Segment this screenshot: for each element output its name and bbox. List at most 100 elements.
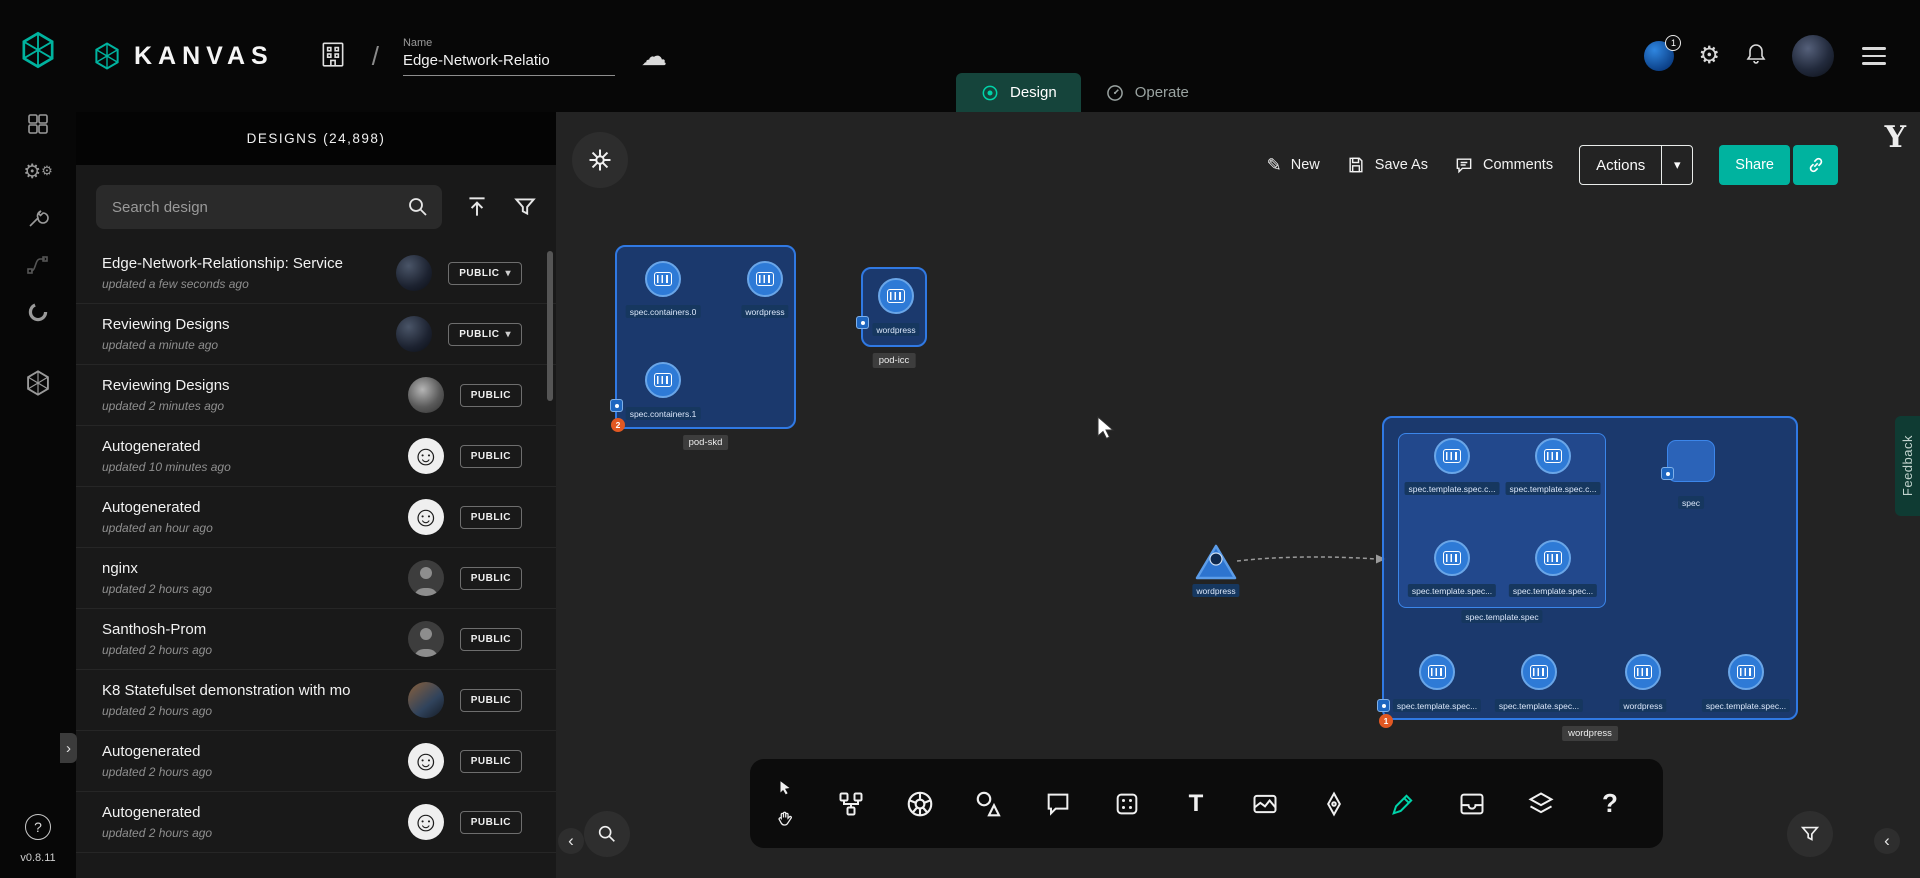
bezier-curve-icon[interactable] xyxy=(23,250,53,280)
visibility-badge[interactable]: PUBLIC xyxy=(460,750,522,773)
user-avatar[interactable] xyxy=(1792,35,1834,77)
new-button[interactable]: ✎ New xyxy=(1267,156,1320,174)
search-input[interactable] xyxy=(96,185,442,229)
container-node[interactable] xyxy=(878,278,914,314)
deployment-node[interactable]: spec.template.spec.c... spec.template.sp… xyxy=(1382,416,1798,720)
sketch-tool-active[interactable] xyxy=(1387,788,1419,820)
dashboard-icon[interactable] xyxy=(23,109,53,139)
flowchart-tool[interactable] xyxy=(835,788,867,820)
design-author-avatar[interactable] xyxy=(408,377,444,413)
comment-tool[interactable] xyxy=(1042,788,1074,820)
settings-gears-icon[interactable]: ⚙⚙ xyxy=(23,156,53,186)
container-node[interactable] xyxy=(747,261,783,297)
copy-link-button[interactable] xyxy=(1793,145,1838,185)
spec-node[interactable] xyxy=(1667,440,1715,482)
pod-node[interactable]: wordpress pod-icc xyxy=(861,267,927,347)
filter-icon[interactable] xyxy=(512,194,538,220)
design-list-item[interactable]: Autogenerated updated an hour ago ☺ PUBL… xyxy=(76,487,556,548)
kubernetes-tool[interactable] xyxy=(904,788,936,820)
design-author-avatar[interactable] xyxy=(408,560,444,596)
visibility-badge[interactable]: PUBLIC xyxy=(460,445,522,468)
save-as-button[interactable]: Save As xyxy=(1346,155,1428,175)
panel-expand-button[interactable]: › xyxy=(60,733,77,763)
visibility-badge[interactable]: PUBLIC xyxy=(460,628,522,651)
kanvas-rail-icon[interactable] xyxy=(23,368,53,398)
import-design-icon[interactable] xyxy=(464,194,490,220)
container-node[interactable] xyxy=(645,362,681,398)
container-node[interactable] xyxy=(1728,654,1764,690)
pen-tool[interactable] xyxy=(1318,788,1350,820)
design-author-avatar[interactable] xyxy=(408,621,444,657)
media-tool[interactable] xyxy=(1249,788,1281,820)
dock-help-button[interactable]: ? xyxy=(1594,788,1626,820)
visibility-badge[interactable]: PUBLIC xyxy=(460,811,522,834)
actions-caret-icon[interactable]: ▾ xyxy=(1662,146,1692,184)
container-node[interactable] xyxy=(1625,654,1661,690)
visibility-badge[interactable]: PUBLIC xyxy=(460,689,522,712)
visibility-badge[interactable]: PUBLIC▾ xyxy=(448,323,522,346)
catalog-icon[interactable] xyxy=(23,297,53,327)
design-author-avatar[interactable]: ☺ xyxy=(408,804,444,840)
design-author-avatar[interactable]: ☺ xyxy=(408,743,444,779)
container-node[interactable] xyxy=(1535,438,1571,474)
pod-template-node[interactable]: spec.template.spec.c... spec.template.sp… xyxy=(1398,433,1606,608)
collapse-left-button[interactable]: ‹ xyxy=(558,828,584,854)
design-list-item[interactable]: nginx updated 2 hours ago PUBLIC xyxy=(76,548,556,609)
select-tool[interactable] xyxy=(774,777,796,799)
design-author-avatar[interactable] xyxy=(396,316,432,352)
design-author-avatar[interactable]: ☺ xyxy=(408,499,444,535)
bell-icon[interactable] xyxy=(1744,42,1768,71)
container-node[interactable] xyxy=(1434,540,1470,576)
visibility-badge[interactable]: PUBLIC xyxy=(460,384,522,407)
design-list-item[interactable]: Reviewing Designs updated a minute ago P… xyxy=(76,304,556,365)
design-canvas[interactable]: ✎ New Save As Comments Actions ▾ Share s… xyxy=(556,112,1920,878)
zoom-button[interactable] xyxy=(584,811,630,857)
kanvas-logo-icon[interactable] xyxy=(18,30,58,75)
hamburger-menu-icon[interactable] xyxy=(1858,43,1890,68)
pod-node[interactable]: spec.containers.0 wordpress spec.contain… xyxy=(615,245,796,429)
drawer-tool[interactable] xyxy=(1456,788,1488,820)
design-list-item[interactable]: Autogenerated updated 2 hours ago ☺ PUBL… xyxy=(76,731,556,792)
shapes-tool[interactable] xyxy=(973,788,1005,820)
share-button[interactable]: Share xyxy=(1719,145,1790,185)
design-list-item[interactable]: Autogenerated updated 10 minutes ago ☺ P… xyxy=(76,426,556,487)
canvas-dock-button[interactable] xyxy=(572,132,628,188)
comments-button[interactable]: Comments xyxy=(1454,155,1553,175)
filter-view-button[interactable] xyxy=(1787,811,1833,857)
design-list-item[interactable]: K8 Statefulset demonstration with mo upd… xyxy=(76,670,556,731)
visibility-badge[interactable]: PUBLIC xyxy=(460,567,522,590)
scrollbar-thumb[interactable] xyxy=(547,251,553,401)
design-list-item[interactable]: Reviewing Designs updated 2 minutes ago … xyxy=(76,365,556,426)
container-node[interactable] xyxy=(1521,654,1557,690)
layers-tool[interactable] xyxy=(1525,788,1557,820)
brand[interactable]: KANVAS xyxy=(92,41,274,71)
y-badge-icon[interactable]: Y xyxy=(1885,120,1906,155)
container-node[interactable] xyxy=(1535,540,1571,576)
help-button[interactable]: ? xyxy=(25,814,51,840)
toolbox-icon[interactable] xyxy=(23,203,53,233)
design-list-item[interactable]: Santhosh-Prom updated 2 hours ago PUBLIC xyxy=(76,609,556,670)
search-icon[interactable] xyxy=(406,195,430,224)
design-name-input[interactable] xyxy=(403,52,615,76)
design-author-avatar[interactable] xyxy=(408,682,444,718)
cloud-sync-icon[interactable]: ☁ xyxy=(641,43,667,69)
visibility-badge[interactable]: PUBLIC▾ xyxy=(448,262,522,285)
tab-operate[interactable]: Operate xyxy=(1081,73,1213,112)
visibility-badge[interactable]: PUBLIC xyxy=(460,506,522,529)
actions-button[interactable]: Actions ▾ xyxy=(1579,145,1693,185)
container-node[interactable] xyxy=(645,261,681,297)
design-author-avatar[interactable]: ☺ xyxy=(408,438,444,474)
container-node[interactable] xyxy=(1434,438,1470,474)
design-author-avatar[interactable] xyxy=(396,255,432,291)
feedback-tab[interactable]: Feedback xyxy=(1895,416,1920,516)
pan-tool[interactable] xyxy=(774,808,796,830)
dice-tool[interactable] xyxy=(1111,788,1143,820)
text-tool[interactable]: T xyxy=(1180,788,1212,820)
organization-icon[interactable] xyxy=(318,39,348,74)
design-list-item[interactable]: Edge-Network-Relationship: Service updat… xyxy=(76,243,556,304)
settings-gear-icon[interactable]: ⚙ xyxy=(1698,44,1720,68)
collapse-right-button[interactable]: ‹ xyxy=(1874,828,1900,854)
container-node[interactable] xyxy=(1419,654,1455,690)
design-list-item[interactable]: Autogenerated updated 2 hours ago ☺ PUBL… xyxy=(76,792,556,853)
extension-notification-button[interactable]: 1 xyxy=(1644,41,1674,71)
